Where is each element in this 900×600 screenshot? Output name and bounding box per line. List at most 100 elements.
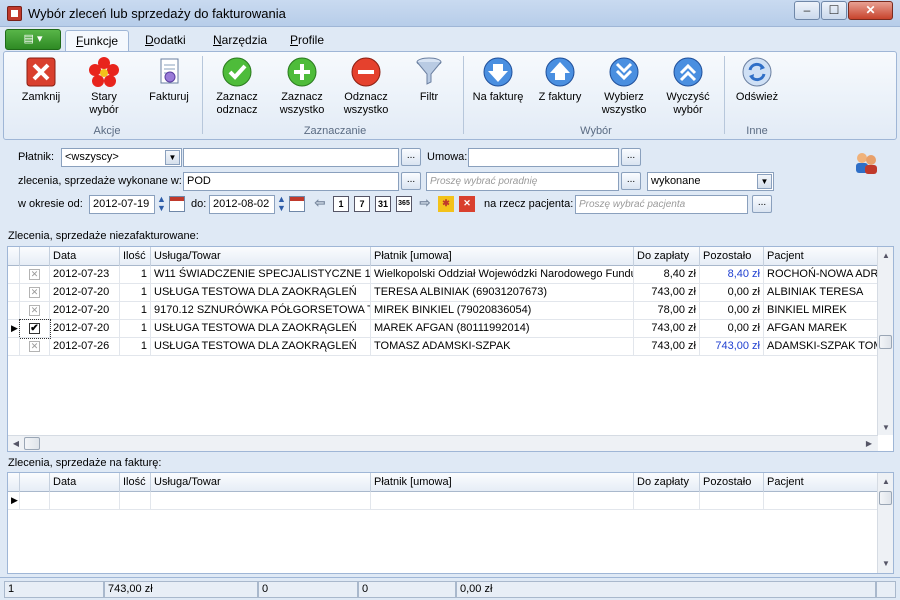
cell-platnik[interactable]: TOMASZ ADAMSKI-SZPAK [371,338,634,356]
arrow-right-icon[interactable]: ⇨ [417,196,433,212]
filtr-button[interactable]: Filtr [402,56,456,120]
tab-dodatki[interactable]: Dodatki [135,30,196,51]
cell-pozostalo[interactable]: 8,40 zł [700,266,764,284]
grid-cell[interactable] [371,492,634,510]
table-row[interactable]: ✕ 2012-07-20 1 9170.12 SZNURÓWKA PÓŁGORSETO… [8,302,878,320]
cell-usluga[interactable]: USŁUGA TESTOWA DLA ZAOKRĄGLEŃ [151,284,371,302]
scroll-thumb[interactable] [879,491,892,505]
row-checkbox-cell[interactable]: ✔ [19,319,51,339]
col-header-pozostalo[interactable]: Pozostało [700,473,764,492]
cell-data[interactable]: 2012-07-23 [50,266,120,284]
col-header-do-zaplaty[interactable]: Do zapłaty [634,473,700,492]
poradnia-input[interactable]: Proszę wybrać poradnię [426,172,619,191]
grid-cell[interactable] [50,492,120,510]
cell-usluga[interactable]: W11 ŚWIADCZENIE SPECJALISTYCZNE 1-GO TYP… [151,266,371,284]
scroll-thumb[interactable] [879,335,892,349]
grid-cell[interactable] [634,492,700,510]
calendar-icon[interactable] [289,196,305,212]
chevron-right-icon[interactable]: ▶ [862,439,876,448]
poradnia-browse-button[interactable]: ... [621,172,641,190]
zaznacz-odznacz-button[interactable]: Zaznacz odznacz [207,56,267,120]
cell-platnik[interactable]: MAREK AFGAN (80111992014) [371,320,634,338]
row-checkbox[interactable]: ✕ [29,269,40,280]
cell-do-zaplaty[interactable]: 8,40 zł [634,266,700,284]
cell-pozostalo[interactable]: 0,00 zł [700,302,764,320]
grid-cell[interactable] [764,492,878,510]
zaznacz-wszystko-button[interactable]: Zaznacz wszystko [272,56,332,120]
col-header-ilosc[interactable]: Ilość [120,247,151,266]
range-31-days-button[interactable]: 31 [375,196,391,212]
table-row[interactable]: ✕ 2012-07-26 1 USŁUGA TESTOWA DLA ZAOKRĄGLE… [8,338,878,356]
chevron-up-icon[interactable]: ▲ [879,477,893,486]
grid-cell[interactable] [151,492,371,510]
chevron-down-icon[interactable]: ▼ [879,559,893,568]
col-header-pozostalo[interactable]: Pozostało [700,247,764,266]
tab-narzedzia[interactable]: Narzędzia [203,30,277,51]
row-checkbox[interactable]: ✕ [29,305,40,316]
star-icon[interactable]: ✱ [438,196,454,212]
col-header-do-zaplaty[interactable]: Do zapłaty [634,247,700,266]
tab-profile[interactable]: Profile [280,30,334,51]
wykonane-browse-button[interactable]: ... [401,172,421,190]
grid1-horizontal-scrollbar[interactable]: ◀ ▶ [8,435,878,451]
row-checkbox-cell[interactable]: ✕ [20,338,50,356]
new-row[interactable]: ▶ [8,492,878,510]
wybierz-wszystko-button[interactable]: Wybierz wszystko [594,56,654,120]
row-checkbox[interactable]: ✕ [29,287,40,298]
row-checkbox-cell[interactable]: ✕ [20,266,50,284]
cell-platnik[interactable]: MIREK BINKIEL (79020836054) [371,302,634,320]
z-faktury-button[interactable]: Z faktury [532,56,588,120]
range-365-days-button[interactable]: 365 [396,196,412,212]
grid1-vertical-scrollbar[interactable]: ▲ ▼ [877,247,893,435]
status-select[interactable]: wykonane ▼ [647,172,774,191]
odznacz-wszystko-button[interactable]: Odznacz wszystko [336,56,396,120]
col-header-platnik[interactable]: Płatnik [umowa] [371,473,634,492]
col-header-platnik[interactable]: Płatnik [umowa] [371,247,634,266]
cell-ilosc[interactable]: 1 [120,302,151,320]
cell-pacjent[interactable]: AFGAN MAREK [764,320,878,338]
umowa-input[interactable] [468,148,619,167]
table-row[interactable]: ▶ ✔ 2012-07-20 1 USŁUGA TESTOWA DLA ZAOKRĄGL… [8,319,878,339]
cell-data[interactable]: 2012-07-26 [50,338,120,356]
table-row[interactable]: ✕ 2012-07-20 1 USŁUGA TESTOWA DLA ZAOKRĄGLE… [8,284,878,302]
odswiez-button[interactable]: Odśwież [730,56,784,120]
col-header-ilosc[interactable]: Ilość [120,473,151,492]
cell-ilosc[interactable]: 1 [120,320,151,338]
pacjent-input[interactable]: Proszę wybrać pacjenta [575,195,748,214]
row-checkbox-cell[interactable]: ✕ [20,302,50,320]
date-to-spinner[interactable]: ▲ ▼ [276,195,287,214]
cell-usluga[interactable]: USŁUGA TESTOWA DLA ZAOKRĄGLEŃ [151,320,371,338]
col-header-usluga[interactable]: Usługa/Towar [151,247,371,266]
col-header-data[interactable]: Data [50,247,120,266]
cell-ilosc[interactable]: 1 [120,266,151,284]
cell-pozostalo[interactable]: 0,00 zł [700,284,764,302]
cell-data[interactable]: 2012-07-20 [50,302,120,320]
stary-wybor-button[interactable]: Stary wybór [74,56,134,120]
range-1-day-button[interactable]: 1 [333,196,349,212]
resize-grip-icon[interactable] [876,581,896,598]
col-header-pacjent[interactable]: Pacjent [764,473,878,492]
arrow-left-icon[interactable]: ⇦ [312,196,328,212]
minimize-button[interactable]: – [794,1,820,20]
wyczysc-wybor-button[interactable]: Wyczyść wybór [658,56,718,120]
cell-ilosc[interactable]: 1 [120,338,151,356]
row-checkbox[interactable]: ✕ [29,341,40,352]
col-header-pacjent[interactable]: Pacjent [764,247,878,266]
cell-platnik[interactable]: Wielkopolski Oddział Wojewódzki Narodowe… [371,266,634,284]
na-fakture-button[interactable]: Na fakturę [468,56,528,120]
cell-do-zaplaty[interactable]: 743,00 zł [634,284,700,302]
chevron-down-icon[interactable]: ▼ [757,174,772,189]
table-row[interactable]: ✕ 2012-07-23 1 W11 ŚWIADCZENIE SPECJALISTYC… [8,266,878,284]
cell-pozostalo[interactable]: 743,00 zł [700,338,764,356]
cell-usluga[interactable]: 9170.12 SZNURÓWKA PÓŁGORSETOWA TYPU [151,302,371,320]
col-header-usluga[interactable]: Usługa/Towar [151,473,371,492]
wykonane-input[interactable]: POD [183,172,399,191]
cell-do-zaplaty[interactable]: 78,00 zł [634,302,700,320]
cell-do-zaplaty[interactable]: 743,00 zł [634,320,700,338]
col-header-data[interactable]: Data [50,473,120,492]
date-from-spinner[interactable]: ▲ ▼ [156,195,167,214]
patients-icon[interactable] [853,149,879,175]
row-checkbox[interactable]: ✔ [29,323,40,334]
close-window-button[interactable]: ✕ [848,1,893,20]
cell-usluga[interactable]: USŁUGA TESTOWA DLA ZAOKRĄGLEŃ [151,338,371,356]
